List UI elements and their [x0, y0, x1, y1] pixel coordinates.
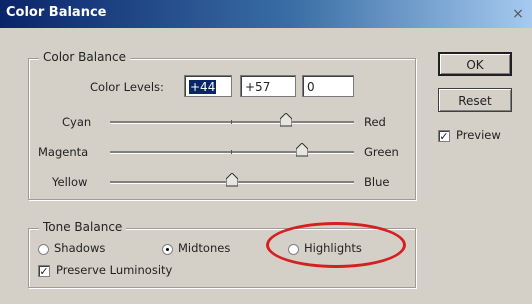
reset-button[interactable]: Reset: [438, 88, 512, 112]
slider-center-tick: [231, 150, 232, 154]
color-level-1-value: +44: [189, 80, 217, 94]
radio-midtones[interactable]: [162, 244, 173, 255]
title-bar[interactable]: Color Balance ×: [0, 0, 532, 28]
preserve-luminosity-label: Preserve Luminosity: [56, 263, 173, 277]
slider-label-magenta: Magenta: [38, 145, 89, 159]
cyan-red-slider[interactable]: [110, 112, 354, 127]
preview-label: Preview: [456, 128, 501, 142]
color-level-1-input[interactable]: +44: [184, 75, 232, 97]
tone-balance-legend: Tone Balance: [39, 220, 127, 234]
color-level-2-input[interactable]: +57: [240, 75, 296, 97]
slider-label-red: Red: [364, 115, 386, 129]
color-balance-legend: Color Balance: [39, 50, 131, 64]
color-level-3-input[interactable]: 0: [302, 75, 354, 97]
slider-label-blue: Blue: [364, 175, 390, 189]
ok-button[interactable]: OK: [438, 52, 512, 76]
radio-shadows[interactable]: [38, 244, 49, 255]
preserve-luminosity-checkbox[interactable]: ✓: [38, 265, 50, 278]
slider-label-green: Green: [364, 145, 399, 159]
slider-thumb[interactable]: [279, 112, 293, 127]
slider-label-cyan: Cyan: [62, 115, 92, 129]
slider-label-yellow: Yellow: [52, 175, 88, 189]
close-icon[interactable]: ×: [510, 6, 526, 22]
slider-thumb[interactable]: [295, 142, 309, 157]
window-title: Color Balance: [6, 5, 107, 20]
midtones-label: Midtones: [178, 241, 231, 255]
slider-thumb[interactable]: [225, 172, 239, 187]
slider-center-tick: [231, 120, 232, 124]
yellow-blue-slider[interactable]: [110, 172, 354, 187]
magenta-green-slider[interactable]: [110, 142, 354, 157]
color-level-3-value: 0: [307, 80, 315, 94]
shadows-label: Shadows: [54, 241, 106, 255]
preview-checkbox[interactable]: ✓: [438, 130, 450, 143]
annotation-circle: [266, 222, 406, 268]
color-levels-label: Color Levels:: [90, 80, 164, 94]
color-level-2-value: +57: [245, 80, 271, 94]
